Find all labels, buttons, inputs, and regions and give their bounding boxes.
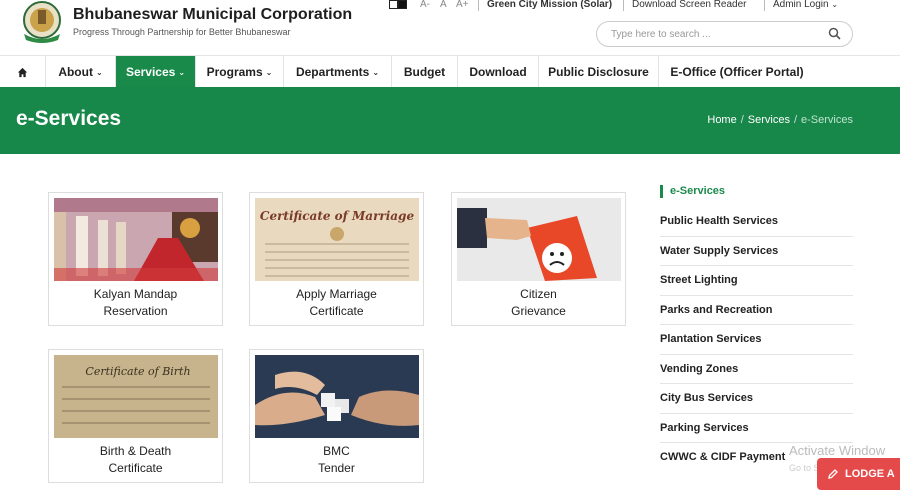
nav-about[interactable]: About ⌄ <box>46 56 116 88</box>
search-box[interactable] <box>596 21 853 47</box>
screen-reader-link[interactable]: Download Screen Reader <box>632 0 747 12</box>
nav-programs[interactable]: Programs ⌄ <box>196 56 284 88</box>
green-city-link[interactable]: Green City Mission (Solar) <box>487 0 612 12</box>
kalyan-mandap-image <box>54 198 218 281</box>
font-decrease-button[interactable]: A- <box>420 0 430 12</box>
bmc-logo[interactable] <box>18 0 66 44</box>
citizen-grievance-image <box>457 198 621 281</box>
font-normal-button[interactable]: A <box>440 0 447 12</box>
dark-contrast-icon[interactable] <box>398 0 407 9</box>
org-name: Bhubaneswar Municipal Corporation <box>73 6 353 23</box>
site-header: Bhubaneswar Municipal Corporation Progre… <box>0 0 900 55</box>
lodge-grievance-button[interactable]: LODGE A <box>817 458 900 490</box>
page-title: e-Services <box>16 107 122 130</box>
nav-services[interactable]: Services ⌄ <box>116 56 196 88</box>
chevron-down-icon: ⌄ <box>95 68 103 77</box>
font-increase-button[interactable]: A+ <box>456 0 469 12</box>
windows-activation-watermark: Activate Window <box>789 443 886 458</box>
breadcrumb-home[interactable]: Home <box>707 114 736 126</box>
sidebar-item-plantation[interactable]: Plantation Services <box>660 325 853 355</box>
sidebar-item-public-health[interactable]: Public Health Services <box>660 207 853 237</box>
divider <box>478 0 479 11</box>
search-icon[interactable] <box>828 27 842 41</box>
org-tagline: Progress Through Partnership for Better … <box>73 27 291 37</box>
card-label: Apply Marriage Certificate <box>296 287 377 318</box>
card-label: Kalyan Mandap Reservation <box>93 287 178 318</box>
card-bmc-tender[interactable]: BMC Tender <box>249 349 424 483</box>
card-citizen-grievance[interactable]: Citizen Grievance <box>451 192 626 326</box>
breadcrumb-services[interactable]: Services <box>748 114 790 126</box>
chevron-down-icon: ⌄ <box>178 68 186 77</box>
sidebar-item-vending-zones[interactable]: Vending Zones <box>660 355 853 384</box>
sidebar-item-water-supply[interactable]: Water Supply Services <box>660 237 853 266</box>
pencil-icon <box>828 469 838 479</box>
card-birth-death-certificate[interactable]: Certificate of Birth Birth & Death Certif… <box>48 349 223 483</box>
sidebar-heading[interactable]: e-Services <box>660 185 725 198</box>
card-label: Birth & Death Certificate <box>99 444 172 475</box>
chevron-down-icon: ⌄ <box>265 68 273 77</box>
sidebar-item-street-lighting[interactable]: Street Lighting <box>660 266 853 296</box>
sidebar-item-city-bus[interactable]: City Bus Services <box>660 384 853 414</box>
contrast-toggle[interactable] <box>389 0 409 9</box>
card-label: Citizen Grievance <box>511 287 566 318</box>
card-label: BMC Tender <box>318 444 355 475</box>
marriage-certificate-image: Certificate of Marriage <box>255 198 419 281</box>
card-marriage-certificate[interactable]: Certificate of Marriage Apply Marriage Ce… <box>249 192 424 326</box>
card-kalyan-mandap[interactable]: Kalyan Mandap Reservation <box>48 192 223 326</box>
main-nav: About ⌄ Services ⌄ Programs ⌄ Departments ⌄ … <box>0 55 900 88</box>
nav-public-disclosure[interactable]: Public Disclosure <box>539 56 659 88</box>
nav-download[interactable]: Download <box>458 56 539 88</box>
nav-departments[interactable]: Departments ⌄ <box>284 56 392 88</box>
sidebar-item-parks[interactable]: Parks and Recreation <box>660 296 853 325</box>
bmc-tender-image <box>255 355 419 438</box>
page-banner: e-Services Home / Services / e-Services <box>0 87 900 154</box>
sidebar-item-parking[interactable]: Parking Services <box>660 414 853 443</box>
search-input[interactable] <box>611 27 811 42</box>
home-icon <box>17 68 28 78</box>
breadcrumb-current: e-Services <box>801 114 853 126</box>
divider <box>764 0 765 11</box>
certificate-title: Certificate of Marriage <box>260 209 415 223</box>
nav-home[interactable] <box>0 56 46 88</box>
breadcrumb: Home / Services / e-Services <box>707 114 853 126</box>
admin-login-link[interactable]: Admin Login ⌄ <box>773 0 838 12</box>
nav-budget[interactable]: Budget <box>392 56 458 88</box>
light-contrast-icon[interactable] <box>389 0 398 9</box>
birth-certificate-image: Certificate of Birth <box>54 355 218 438</box>
nav-e-office[interactable]: E-Office (Officer Portal) <box>659 56 815 88</box>
certificate-title: Certificate of Birth <box>85 365 190 378</box>
divider <box>623 0 624 11</box>
chevron-down-icon: ⌄ <box>372 68 380 77</box>
